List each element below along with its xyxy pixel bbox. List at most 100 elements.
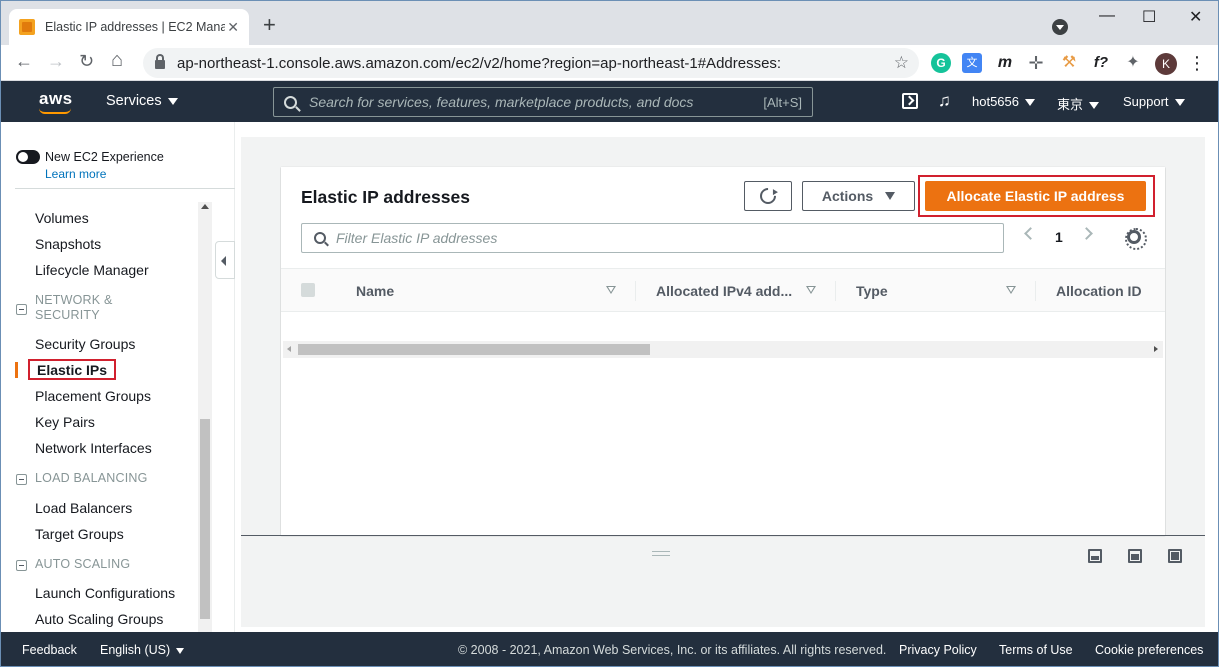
table-horizontal-scrollbar[interactable]	[283, 341, 1163, 358]
section-auto-scaling[interactable]: AUTO SCALING	[35, 557, 130, 572]
region-label: 東京	[1057, 97, 1084, 112]
extensions-puzzle-icon[interactable]: ✦	[1123, 53, 1143, 73]
sidebar-item-key-pairs[interactable]: Key Pairs	[35, 414, 95, 430]
page-number[interactable]: 1	[1055, 229, 1063, 245]
move-extension-icon[interactable]: ✛	[1026, 53, 1046, 73]
allocate-label: Allocate Elastic IP address	[946, 188, 1125, 204]
minimize-button[interactable]: —	[1099, 7, 1115, 25]
cloudshell-icon[interactable]	[902, 93, 918, 109]
scroll-right-icon[interactable]	[1154, 346, 1158, 352]
sidebar-item-placement-groups[interactable]: Placement Groups	[35, 388, 151, 404]
collapse-load-balancing-icon[interactable]	[16, 474, 27, 485]
cookie-preferences-link[interactable]: Cookie preferences	[1095, 643, 1203, 657]
tab-search-icon[interactable]	[1052, 19, 1068, 35]
sidebar-item-launch-configurations[interactable]: Launch Configurations	[35, 585, 175, 601]
column-divider[interactable]	[635, 281, 636, 301]
column-allocated-ipv4[interactable]: Allocated IPv4 add...	[656, 283, 792, 299]
close-window-button[interactable]: ✕	[1189, 7, 1202, 27]
column-divider[interactable]	[1035, 281, 1036, 301]
aws-search-input[interactable]: Search for services, features, marketpla…	[273, 87, 813, 117]
f-extension-icon[interactable]: f?	[1091, 53, 1111, 73]
sidebar-item-security-groups[interactable]: Security Groups	[35, 336, 135, 352]
column-divider[interactable]	[835, 281, 836, 301]
new-tab-button[interactable]: +	[263, 14, 276, 36]
previous-page-icon[interactable]	[1024, 227, 1037, 240]
collapse-auto-scaling-icon[interactable]	[16, 560, 27, 571]
split-panel-divider[interactable]	[241, 535, 1205, 536]
sidebar-item-target-groups[interactable]: Target Groups	[35, 526, 124, 542]
preferences-gear-icon[interactable]	[1125, 228, 1147, 250]
chevron-down-icon	[1174, 99, 1185, 107]
region-menu[interactable]: 東京	[1057, 94, 1100, 113]
drag-handle-icon[interactable]	[652, 551, 670, 556]
m-extension-icon[interactable]: m	[995, 53, 1015, 73]
sort-icon[interactable]	[806, 286, 816, 294]
collapse-network-icon[interactable]	[16, 304, 27, 315]
maximize-button[interactable]: ☐	[1142, 7, 1156, 27]
layout-bottom-small-icon[interactable]	[1088, 549, 1102, 563]
profile-avatar[interactable]: K	[1155, 53, 1177, 75]
sidebar-item-load-balancers[interactable]: Load Balancers	[35, 500, 132, 516]
home-icon[interactable]: ⌂	[111, 49, 123, 72]
sort-icon[interactable]	[606, 286, 616, 294]
sort-icon[interactable]	[1006, 286, 1016, 294]
sidebar-item-network-interfaces[interactable]: Network Interfaces	[35, 440, 152, 456]
scroll-up-icon[interactable]	[201, 204, 209, 209]
table-header: Name Allocated IPv4 add... Type Allocati…	[281, 268, 1165, 312]
layout-bottom-medium-icon[interactable]	[1128, 549, 1142, 563]
layout-full-icon[interactable]	[1168, 549, 1182, 563]
new-experience-label: New EC2 Experience	[45, 150, 164, 164]
sidebar-scroll-thumb[interactable]	[200, 419, 210, 619]
account-menu[interactable]: hot5656	[972, 94, 1035, 109]
aws-footer: Feedback English (US) © 2008 - 2021, Ama…	[1, 632, 1218, 666]
section-load-balancing[interactable]: LOAD BALANCING	[35, 471, 148, 486]
new-experience-toggle[interactable]	[16, 150, 40, 164]
forward-icon[interactable]: →	[47, 51, 65, 72]
lock-icon[interactable]	[155, 54, 165, 69]
sidebar-item-auto-scaling-groups[interactable]: Auto Scaling Groups	[35, 611, 163, 627]
tab-close-icon[interactable]: ✕	[227, 19, 239, 36]
search-placeholder: Search for services, features, marketpla…	[309, 94, 694, 110]
refresh-icon	[756, 184, 780, 208]
sidebar-item-volumes[interactable]: Volumes	[35, 210, 89, 226]
services-menu[interactable]: Services	[106, 93, 178, 109]
browser-menu-icon[interactable]: ⋮	[1187, 53, 1207, 73]
address-bar[interactable]: ap-northeast-1.console.aws.amazon.com/ec…	[143, 48, 919, 78]
hammer-extension-icon[interactable]: ⚒	[1059, 53, 1079, 73]
horizontal-scroll-thumb[interactable]	[298, 344, 650, 355]
translate-extension-icon[interactable]: 文	[962, 53, 982, 73]
filter-input[interactable]: Filter Elastic IP addresses	[301, 223, 1004, 253]
next-page-icon[interactable]	[1080, 227, 1093, 240]
aws-logo[interactable]: aws	[39, 89, 73, 109]
select-all-checkbox[interactable]	[301, 283, 315, 297]
terms-of-use-link[interactable]: Terms of Use	[999, 643, 1073, 657]
bookmark-star-icon[interactable]: ☆	[894, 53, 909, 73]
tab-strip: Elastic IP addresses | EC2 Mana ✕ + — ☐ …	[1, 1, 1218, 45]
back-icon[interactable]: ←	[15, 51, 33, 72]
learn-more-link[interactable]: Learn more	[45, 167, 106, 181]
column-type[interactable]: Type	[856, 283, 888, 299]
column-name[interactable]: Name	[356, 283, 394, 299]
notifications-bell-icon[interactable]: ♫	[938, 91, 951, 111]
support-menu[interactable]: Support	[1123, 94, 1185, 109]
feedback-link[interactable]: Feedback	[22, 643, 77, 657]
chevron-down-icon	[1089, 102, 1100, 110]
language-label: English (US)	[100, 643, 171, 657]
section-network-security[interactable]: NETWORK & SECURITY	[35, 293, 125, 323]
sidebar-item-lifecycle-manager[interactable]: Lifecycle Manager	[35, 262, 149, 278]
active-indicator	[15, 362, 18, 378]
reload-icon[interactable]: ↻	[79, 51, 94, 72]
privacy-policy-link[interactable]: Privacy Policy	[899, 643, 977, 657]
sidebar-item-snapshots[interactable]: Snapshots	[35, 236, 101, 252]
collapse-sidebar-handle[interactable]	[215, 241, 235, 279]
aws-favicon-icon	[19, 19, 35, 35]
refresh-button[interactable]	[744, 181, 792, 211]
allocate-elastic-ip-button[interactable]: Allocate Elastic IP address	[925, 181, 1146, 211]
language-selector[interactable]: English (US)	[100, 643, 185, 657]
grammarly-extension-icon[interactable]: G	[931, 53, 951, 73]
browser-tab[interactable]: Elastic IP addresses | EC2 Mana ✕	[9, 9, 249, 45]
scroll-left-icon[interactable]	[287, 346, 291, 352]
actions-dropdown[interactable]: Actions	[802, 181, 915, 211]
sidebar-item-elastic-ips[interactable]: Elastic IPs	[28, 359, 117, 380]
column-allocation-id[interactable]: Allocation ID	[1056, 283, 1142, 299]
